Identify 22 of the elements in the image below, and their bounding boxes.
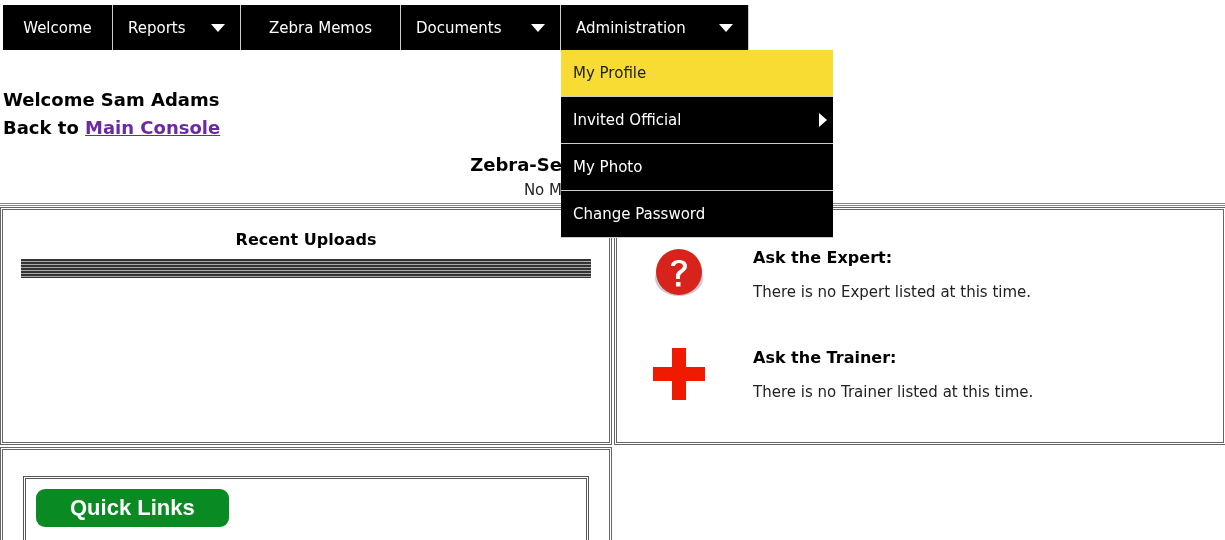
panel-title: Recent Uploads — [234, 230, 378, 249]
nav-tab[interactable]: Reports — [113, 5, 241, 50]
help-icon — [653, 248, 705, 298]
main-console-link[interactable]: Main Console — [85, 117, 221, 138]
back-text: Back to — [3, 117, 79, 138]
nav-tab[interactable]: Administration — [561, 5, 749, 50]
help-title: Ask the Expert: — [753, 248, 894, 267]
welcome-text: Welcome Sam Adams — [3, 88, 221, 112]
medical-cross-icon — [653, 348, 705, 400]
menu-item[interactable]: Change Password — [561, 191, 833, 238]
menu-item[interactable]: Invited Official — [561, 97, 833, 144]
help-text: There is no Trainer listed at this time. — [753, 383, 1034, 401]
nav-tab[interactable]: Documents — [401, 5, 561, 50]
quick-links-button[interactable]: Quick Links — [36, 489, 229, 527]
nav-tab[interactable]: Zebra Memos — [241, 5, 401, 50]
page-heading: Zebra-Se — [470, 154, 562, 175]
menu-item[interactable]: My Profile — [561, 50, 833, 97]
menu-item[interactable]: My Photo — [561, 144, 833, 191]
nav-tab[interactable]: Welcome — [3, 5, 113, 50]
help-title: Ask the Trainer: — [753, 348, 898, 367]
page-subheading: No M — [523, 181, 562, 199]
help-text: There is no Expert listed at this time. — [753, 283, 1032, 301]
